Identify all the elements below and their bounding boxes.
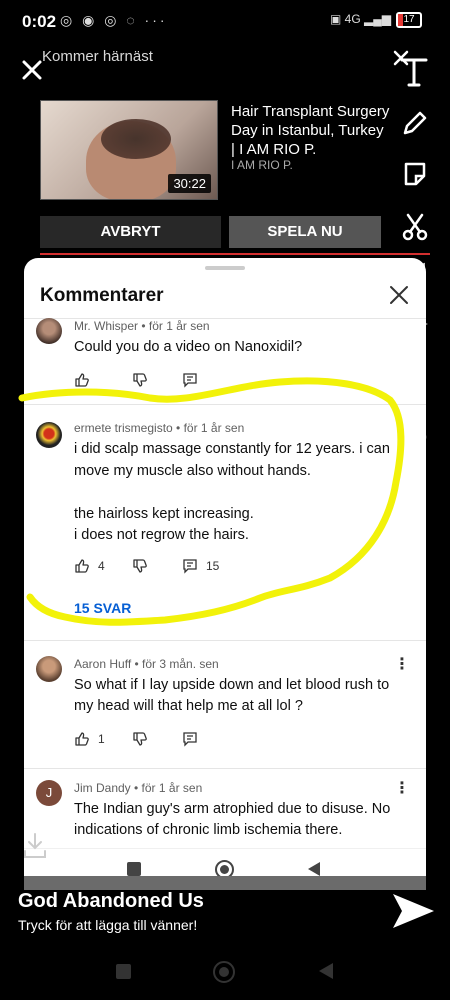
comment-icon — [183, 732, 197, 747]
comment-icon — [183, 559, 197, 574]
comment-item: J Jim Dandy • för 1 år sen ⋮ The Indian … — [24, 780, 426, 850]
thumbs-down-icon — [133, 732, 147, 746]
comment-text: i did scalp massage constantly for 12 ye… — [74, 441, 390, 543]
download-icon[interactable] — [24, 831, 48, 861]
back-button[interactable] — [318, 962, 334, 980]
comment-meta: Jim Dandy • för 1 år sen — [74, 781, 203, 795]
comment-text: So what if I lay upside down and let blo… — [74, 677, 390, 714]
status-time: 0:02 — [22, 12, 57, 31]
comment-item: Mr. Whisper • för 1 år sen Could you do … — [24, 318, 426, 404]
comments-panel[interactable]: Kommentarer Mr. Whisper • för 1 år sen C… — [24, 258, 426, 890]
signal-wifi-icons: ▣ 4G ▂▄▆ — [330, 12, 391, 26]
comment-text: The Indian guy's arm atrophied due to di… — [74, 801, 391, 838]
recents-button[interactable] — [116, 964, 131, 979]
comment-text: Could you do a video on Nanoxidil? — [74, 339, 303, 355]
avatar[interactable] — [36, 422, 62, 448]
countdown-progress — [40, 253, 430, 255]
comment-actions — [74, 370, 274, 390]
like-count: 4 — [98, 559, 105, 573]
cancel-button[interactable]: AVBRYT — [40, 216, 221, 248]
view-replies-link[interactable]: 15 SVAR — [74, 600, 131, 616]
video-title[interactable]: Hair Transplant Surgery Day in Istanbul,… — [231, 102, 391, 159]
like-button[interactable]: 4 — [74, 556, 105, 576]
text-tool-icon[interactable] — [392, 48, 430, 88]
comment-meta: ermete trismegisto • för 1 år sen — [74, 421, 245, 435]
play-now-button[interactable]: SPELA NU — [229, 216, 381, 248]
home-button[interactable] — [213, 961, 235, 983]
comment-actions: 1 — [74, 729, 274, 749]
dislike-button[interactable] — [132, 370, 148, 390]
video-duration: 30:22 — [168, 174, 211, 193]
comments-title: Kommentarer — [40, 285, 164, 306]
story-title: God Abandoned Us — [18, 890, 204, 912]
thumbs-down-icon — [133, 373, 147, 387]
video-thumbnail[interactable]: 30:22 — [40, 100, 218, 200]
send-arrow-icon[interactable] — [390, 890, 436, 932]
like-button[interactable] — [74, 370, 90, 390]
close-icon[interactable] — [20, 58, 44, 82]
comment-actions: 4 15 — [74, 556, 274, 576]
dislike-button[interactable] — [132, 556, 148, 576]
sticker-icon[interactable] — [402, 160, 428, 188]
thumbs-up-icon — [75, 559, 89, 573]
notification-icons: ◎ ◉ ◎ ◌ ··· — [60, 12, 168, 28]
comment-meta: Mr. Whisper • för 1 år sen — [74, 319, 210, 333]
comment-meta: Aaron Huff • för 3 mån. sen — [74, 657, 219, 671]
like-button[interactable]: 1 — [74, 729, 105, 749]
pencil-icon[interactable] — [400, 108, 430, 138]
comment-item: ermete trismegisto • för 1 år sen i did … — [24, 420, 426, 640]
status-bar: 0:02 ◎ ◉ ◎ ◌ ··· ▣ 4G ▂▄▆ 17 — [0, 0, 450, 40]
dislike-button[interactable] — [132, 729, 148, 749]
avatar[interactable] — [36, 656, 62, 682]
thumbs-up-icon — [75, 373, 89, 387]
system-nav-bar — [0, 950, 450, 995]
drag-handle[interactable] — [205, 266, 245, 270]
story-subtitle[interactable]: Tryck för att lägga till vänner! — [18, 917, 197, 933]
recents-button[interactable] — [127, 862, 141, 876]
close-comments-icon[interactable] — [388, 284, 410, 306]
video-channel[interactable]: I AM RIO P. — [231, 158, 293, 172]
thumbs-down-icon — [133, 559, 147, 573]
reply-count: 15 — [206, 559, 220, 573]
thumbs-up-icon — [75, 732, 89, 746]
avatar[interactable]: J — [36, 780, 62, 806]
reply-button[interactable] — [182, 370, 198, 390]
avatar[interactable] — [36, 318, 62, 344]
like-count: 1 — [98, 732, 105, 746]
up-next-label: Kommer härnäst — [42, 48, 153, 65]
battery-icon: 17 — [396, 12, 422, 28]
back-button[interactable] — [307, 861, 321, 877]
more-options-icon[interactable]: ⋮ — [394, 656, 410, 674]
reply-button[interactable]: 15 — [182, 556, 219, 576]
comment-icon — [183, 373, 197, 388]
reply-button[interactable] — [182, 729, 198, 749]
comment-item: Aaron Huff • för 3 mån. sen ⋮ So what if… — [24, 656, 426, 766]
more-options-icon[interactable]: ⋮ — [394, 780, 410, 798]
scissors-icon[interactable] — [400, 212, 430, 242]
